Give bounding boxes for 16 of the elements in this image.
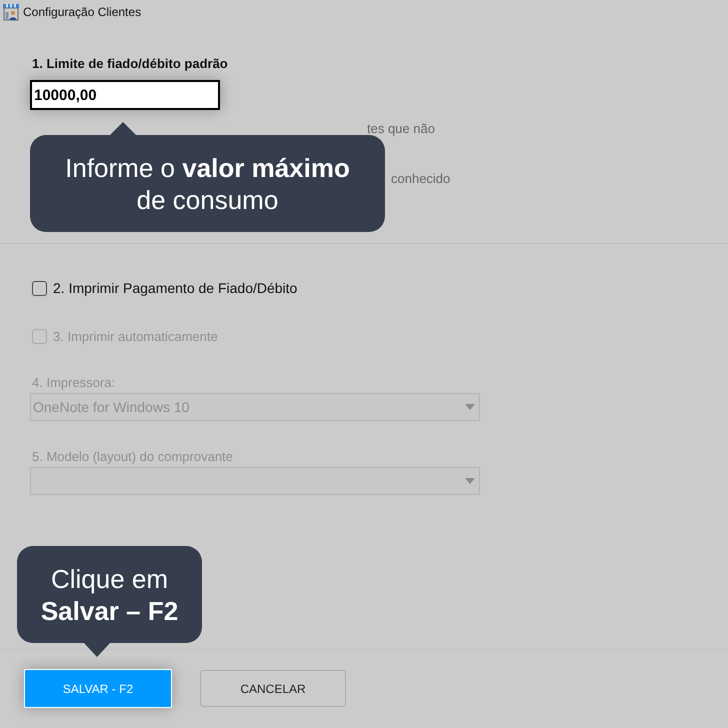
dropdown-caret-icon [465,478,475,484]
field-label: 1. Limite de fiado/débito padrão [31,56,228,72]
field-label: 4. Impressora: [31,375,116,391]
checkbox-label: 2. Imprimir Pagamento de Fiado/Débito [53,280,298,296]
description-text: conhecido [391,171,450,186]
checkbox-label: 3. Imprimir automaticamente [53,328,218,344]
field-label: 5. Modelo (layout) do comprovante [31,449,233,465]
description-text: tes que não [367,121,435,136]
cancel-button[interactable]: CANCELAR [200,670,346,707]
checkbox[interactable] [32,280,47,296]
dropdown-caret-icon [465,404,475,410]
shop-icon [2,3,20,21]
window-title: Configuração Clientes [23,5,142,19]
tooltip-text: Informe o valor máximo de consumo [65,152,350,216]
tooltip-text: Clique em Salvar – F2 [40,562,178,626]
limit-input[interactable]: 10000,00 [30,80,220,110]
